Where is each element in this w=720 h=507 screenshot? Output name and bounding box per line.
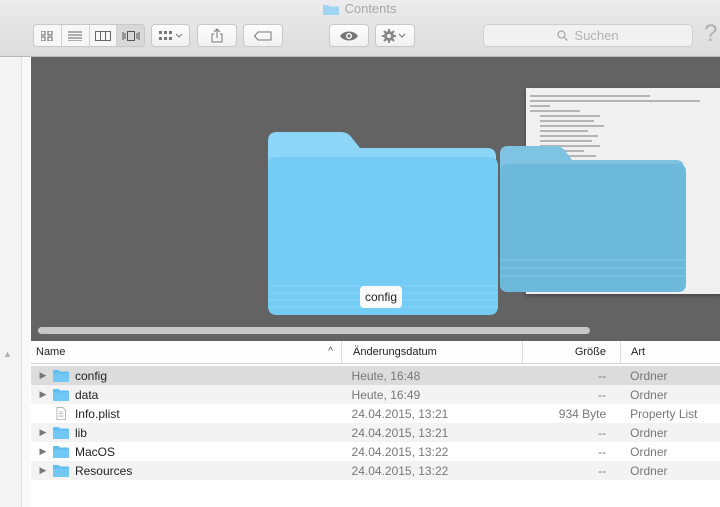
document-icon bbox=[56, 407, 66, 420]
search-field[interactable]: Suchen bbox=[483, 24, 693, 47]
list-header: Name ^ Änderungsdatum Größe Art bbox=[31, 341, 720, 364]
tag-icon bbox=[254, 31, 272, 40]
list-view-button[interactable] bbox=[62, 25, 90, 46]
view-mode-segmented-control[interactable] bbox=[33, 24, 145, 47]
search-placeholder: Suchen bbox=[574, 28, 619, 43]
cell-name: MacOS bbox=[51, 445, 342, 459]
list-row-resources[interactable]: ▶ Resources 24.04.2015, 13:22 -- Ordner bbox=[31, 461, 720, 480]
disclosure-triangle-icon[interactable]: ▶ bbox=[35, 427, 51, 438]
icon-view-button[interactable] bbox=[34, 25, 62, 46]
toolbar: Contents Suchen ? bbox=[0, 0, 720, 57]
cell-kind: Ordner bbox=[630, 444, 668, 459]
file-name: Info.plist bbox=[74, 406, 120, 421]
file-name: MacOS bbox=[74, 444, 115, 459]
cell-name: Resources bbox=[51, 464, 342, 478]
window-title: Contents bbox=[0, 0, 720, 17]
coverflow-scrollbar[interactable] bbox=[38, 327, 590, 334]
file-name: lib bbox=[74, 425, 87, 440]
column-size-label: Größe bbox=[574, 346, 606, 358]
list-row-config[interactable]: ▶ config Heute, 16:48 -- Ordner bbox=[31, 366, 720, 385]
folder-icon bbox=[52, 465, 69, 477]
help-button[interactable]: ? bbox=[704, 20, 717, 48]
column-header-name[interactable]: Name ^ bbox=[31, 341, 342, 363]
list-row-macos[interactable]: ▶ MacOS 24.04.2015, 13:22 -- Ordner bbox=[31, 442, 720, 461]
list-row-lib[interactable]: ▶ lib 24.04.2015, 13:21 -- Ordner bbox=[31, 423, 720, 442]
folder-icon bbox=[52, 446, 69, 458]
folder-icon bbox=[52, 370, 69, 382]
list-view-icon bbox=[68, 31, 83, 41]
folder-icon bbox=[323, 5, 340, 15]
cell-date: Heute, 16:48 bbox=[351, 368, 421, 383]
cell-kind: Ordner bbox=[630, 463, 668, 478]
file-name: config bbox=[74, 368, 107, 383]
cell-kind: Ordner bbox=[630, 425, 668, 440]
cell-size: -- bbox=[598, 368, 607, 383]
column-name-label: Name bbox=[36, 346, 66, 358]
column-view-button[interactable] bbox=[90, 25, 118, 46]
column-date-label: Änderungsdatum bbox=[353, 346, 437, 358]
column-header-kind[interactable]: Art bbox=[621, 341, 720, 363]
folder-icon bbox=[52, 427, 69, 439]
arrange-button[interactable] bbox=[151, 24, 190, 47]
cell-size: -- bbox=[598, 444, 607, 459]
sidebar: ▲ bbox=[0, 57, 30, 507]
disclosure-triangle-icon[interactable]: ▶ bbox=[35, 465, 51, 476]
quicklook-button[interactable] bbox=[329, 24, 369, 47]
cell-date: 24.04.2015, 13:22 bbox=[351, 463, 449, 478]
arrange-icon bbox=[158, 30, 182, 40]
cell-name: config bbox=[51, 369, 342, 383]
cell-date: Heute, 16:49 bbox=[351, 387, 421, 402]
file-name: Resources bbox=[74, 463, 133, 478]
action-menu-button[interactable] bbox=[375, 24, 415, 47]
column-view-icon bbox=[94, 30, 111, 41]
cell-name: lib bbox=[51, 426, 342, 440]
eye-icon bbox=[340, 31, 358, 40]
cell-date: 24.04.2015, 13:21 bbox=[351, 406, 449, 421]
cell-date: 24.04.2015, 13:21 bbox=[351, 425, 449, 440]
share-icon bbox=[211, 28, 223, 43]
cell-name: data bbox=[51, 388, 342, 402]
icon-view-icon bbox=[41, 30, 53, 41]
coverflow-view[interactable]: config bbox=[31, 57, 720, 341]
cell-kind: Ordner bbox=[630, 387, 668, 402]
window-title-text: Contents bbox=[344, 1, 397, 16]
gear-icon bbox=[382, 28, 406, 43]
tag-button[interactable] bbox=[243, 24, 283, 47]
column-header-date[interactable]: Änderungsdatum bbox=[342, 341, 523, 363]
folder-icon bbox=[52, 389, 69, 401]
list-row-info-plist[interactable]: Info.plist 24.04.2015, 13:21 934 Byte Prope… bbox=[31, 404, 720, 423]
disclosure-triangle-icon[interactable]: ▶ bbox=[35, 446, 51, 457]
sidebar-scrollbar[interactable] bbox=[21, 57, 30, 507]
disclosure-triangle-icon[interactable]: ▶ bbox=[35, 370, 51, 381]
column-header-size[interactable]: Größe bbox=[523, 341, 621, 363]
coverflow-view-button[interactable] bbox=[117, 25, 144, 46]
coverflow-view-icon bbox=[122, 30, 140, 41]
share-button[interactable] bbox=[197, 24, 237, 47]
coverflow-selected-label: config bbox=[360, 286, 403, 308]
sort-ascending-icon: ^ bbox=[328, 346, 333, 357]
cell-name: Info.plist bbox=[51, 407, 342, 421]
cell-size: -- bbox=[598, 387, 607, 402]
sidebar-resize-triangle-icon: ▲ bbox=[3, 349, 12, 359]
cell-size: -- bbox=[598, 463, 607, 478]
cell-size: -- bbox=[598, 425, 607, 440]
cell-date: 24.04.2015, 13:22 bbox=[351, 444, 449, 459]
data-folder-cover[interactable] bbox=[498, 144, 688, 292]
file-list: Name ^ Änderungsdatum Größe Art ▶ config H… bbox=[31, 341, 720, 507]
disclosure-triangle-icon[interactable]: ▶ bbox=[35, 389, 51, 400]
column-kind-label: Art bbox=[631, 346, 646, 358]
list-row-data[interactable]: ▶ data Heute, 16:49 -- Ordner bbox=[31, 385, 720, 404]
file-name: data bbox=[74, 387, 99, 402]
cell-kind: Ordner bbox=[630, 368, 668, 383]
cell-size: 934 Byte bbox=[558, 406, 607, 421]
cell-kind: Property List bbox=[630, 406, 698, 421]
search-icon bbox=[557, 30, 569, 41]
